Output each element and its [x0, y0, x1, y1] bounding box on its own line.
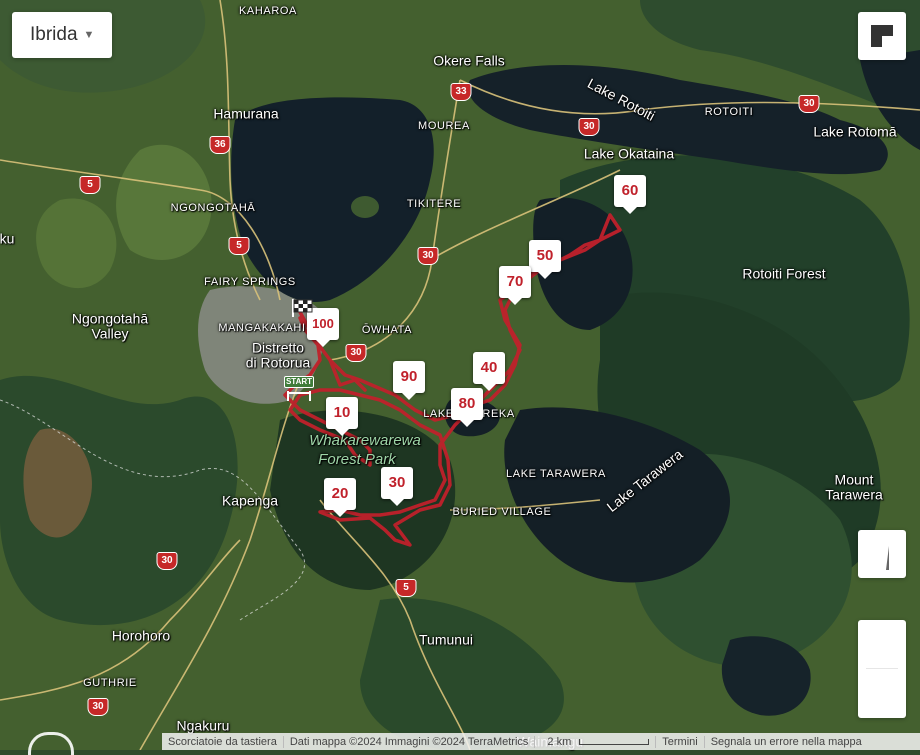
- zoom-in-button[interactable]: [858, 620, 906, 668]
- road-shield: 30: [87, 698, 109, 716]
- road-shield: 33: [450, 83, 472, 101]
- zoom-divider: [866, 668, 898, 669]
- place-label: di Rotorua: [245, 354, 311, 371]
- place-label: Lake Okataina: [583, 145, 675, 162]
- km-marker-40[interactable]: 40: [473, 352, 505, 391]
- place-label: Hamurana: [213, 105, 279, 122]
- fullscreen-button[interactable]: [858, 12, 906, 60]
- place-label: Okere Falls: [433, 52, 505, 69]
- km-marker-label: 60: [621, 182, 639, 199]
- chevron-down-icon: ▼: [83, 29, 95, 41]
- zoom-out-button[interactable]: [858, 670, 906, 718]
- km-marker-60[interactable]: 60: [614, 175, 646, 214]
- place-label: Kapenga: [221, 492, 279, 509]
- map-data-attribution: Dati mappa ©2024 Immagini ©2024 TerraMet…: [289, 735, 529, 748]
- scale-bar: [579, 738, 650, 745]
- place-label: Lake Rotomā: [813, 123, 897, 140]
- place-label: Tumunui: [419, 631, 473, 648]
- place-label: TIKITERE: [406, 197, 462, 210]
- terms-link[interactable]: Termini: [656, 736, 703, 748]
- place-label: Tarawera: [825, 486, 883, 503]
- km-marker-label: 40: [480, 359, 498, 376]
- scale-control[interactable]: 2 km: [535, 736, 655, 748]
- km-marker-label: 80: [458, 395, 476, 412]
- place-label: MOUREA: [418, 119, 470, 132]
- finish-flag-icon[interactable]: [291, 299, 313, 317]
- road-shield: 30: [578, 118, 600, 136]
- km-marker-20[interactable]: 20: [324, 478, 356, 517]
- fullscreen-icon: [871, 25, 893, 47]
- place-label: FAIRY SPRINGS: [204, 275, 296, 288]
- map-footer: Scorciatoie da tastiera Dati mappa ©2024…: [162, 733, 920, 750]
- road-shield: 5: [79, 176, 101, 194]
- zoom-control: [858, 620, 906, 718]
- km-marker-70[interactable]: 70: [499, 266, 531, 305]
- km-marker-label: 70: [506, 273, 524, 290]
- place-label: ŌWHATA: [361, 323, 413, 336]
- km-marker-50[interactable]: 50: [529, 240, 561, 279]
- km-marker-80[interactable]: 80: [451, 388, 483, 427]
- km-marker-label: 50: [536, 247, 554, 264]
- km-marker-10[interactable]: 10: [326, 397, 358, 436]
- place-label: LAKE TARAWERA: [506, 467, 606, 480]
- road-shield: 30: [345, 344, 367, 362]
- place-label: Ngakuru: [176, 717, 230, 734]
- start-marker[interactable]: START: [284, 376, 314, 401]
- map-canvas[interactable]: KAHAROA Okere Falls Hamurana MOUREA Lake Rot…: [0, 0, 920, 750]
- map-type-label: Ibrida: [30, 24, 78, 45]
- road-shield: 30: [417, 247, 439, 265]
- km-marker-label: 20: [331, 485, 349, 502]
- place-label: ROTOITI: [704, 105, 754, 118]
- keyboard-shortcuts-link[interactable]: Scorciatoie da tastiera: [162, 736, 283, 748]
- road-shield: 30: [798, 95, 820, 113]
- place-label: Rotoiti Forest: [742, 265, 826, 282]
- road-shield: 30: [156, 552, 178, 570]
- pegman-icon: [886, 546, 889, 570]
- place-label: Valley: [91, 325, 129, 342]
- road-shield: 5: [395, 579, 417, 597]
- road-shield: 5: [228, 237, 250, 255]
- km-marker-label: 10: [333, 404, 351, 421]
- place-label: MANGAKAKAHI: [218, 321, 306, 334]
- road-shield: 36: [209, 136, 231, 154]
- place-label: NGONGOTAHĀ: [170, 201, 256, 214]
- place-label: KAHAROA: [239, 4, 297, 17]
- start-label: START: [284, 376, 314, 388]
- place-label: Whakarewarewa: [309, 431, 421, 449]
- km-marker-90[interactable]: 90: [393, 361, 425, 400]
- km-marker-label: 30: [388, 474, 406, 491]
- scale-label: 2 km: [547, 735, 572, 748]
- place-label: ku: [0, 230, 15, 247]
- street-view-pegman-button[interactable]: [858, 530, 906, 578]
- place-label: Horohoro: [111, 627, 171, 644]
- place-label: Forest Park: [318, 450, 396, 468]
- start-gate-icon: [287, 391, 311, 401]
- km-marker-label: 90: [400, 368, 418, 385]
- km-marker-30[interactable]: 30: [381, 467, 413, 506]
- place-label: GUTHRIE: [83, 676, 137, 689]
- report-error-link[interactable]: Segnala un errore nella mappa: [705, 736, 868, 748]
- map-type-dropdown[interactable]: Ibrida ▼: [12, 12, 112, 58]
- place-label: BURIED VILLAGE: [452, 505, 552, 518]
